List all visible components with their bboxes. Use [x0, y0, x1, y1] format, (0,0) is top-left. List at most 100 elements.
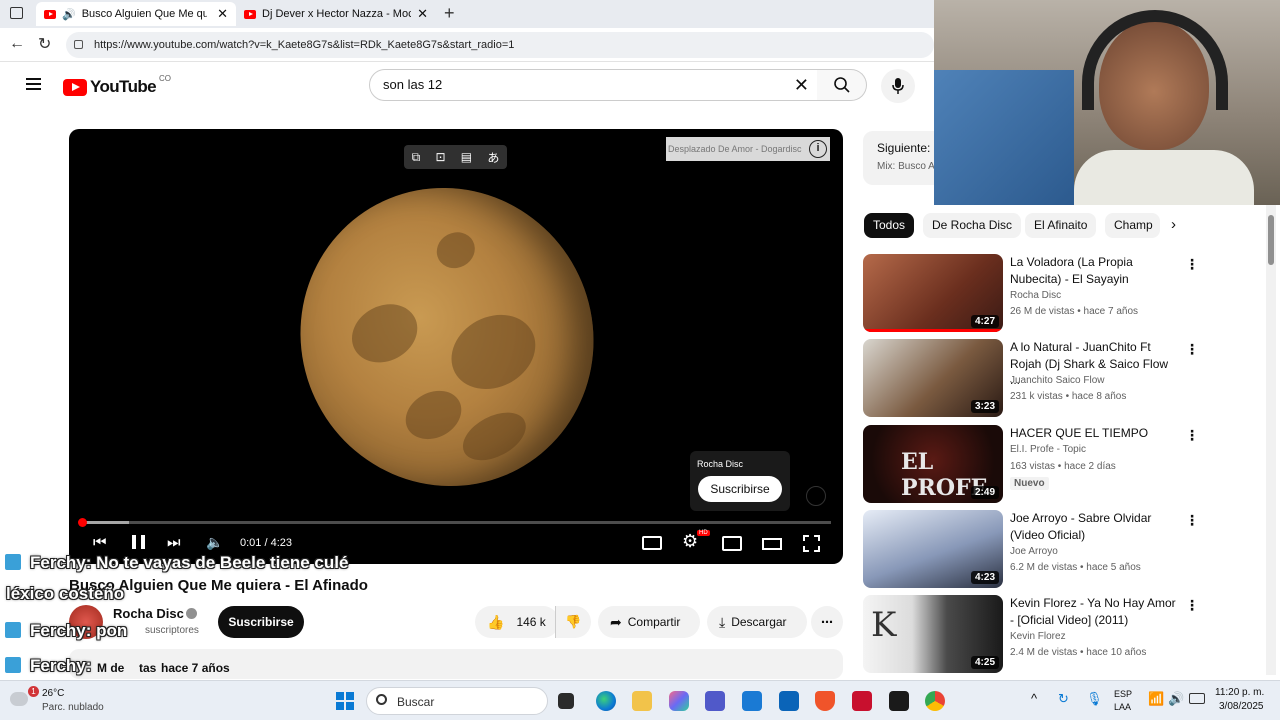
- youtube-logo[interactable]: YouTube CO: [63, 73, 171, 97]
- record-icon[interactable]: ⊡: [435, 150, 445, 164]
- video-thumbnail[interactable]: K 4:25: [863, 595, 1003, 673]
- video-title[interactable]: La Voladora (La Propia Nubecita) - El Sa…: [1010, 254, 1180, 287]
- captions-icon[interactable]: [642, 536, 662, 550]
- clock-time[interactable]: 11:20 p. m.: [1215, 687, 1264, 698]
- channel-watermark-icon[interactable]: [806, 486, 826, 506]
- download-button[interactable]: ⤓ Descargar: [707, 606, 807, 638]
- teams-icon[interactable]: [705, 691, 725, 711]
- language-top[interactable]: ESP: [1114, 689, 1132, 699]
- video-thumbnail[interactable]: EL PROFE 2:49: [863, 425, 1003, 503]
- share-button[interactable]: ➦ Compartir: [598, 606, 700, 638]
- notes-icon[interactable]: ▤: [461, 150, 472, 164]
- more-options-icon[interactable]: ⋮: [1185, 256, 1199, 272]
- copilot-icon[interactable]: [669, 691, 689, 711]
- list-item[interactable]: EL PROFE 2:49 HACER QUE EL TIEMPO El.I. …: [863, 425, 1243, 503]
- video-thumbnail[interactable]: 3:23: [863, 339, 1003, 417]
- start-icon[interactable]: [336, 692, 354, 710]
- clock-date[interactable]: 3/08/2025: [1219, 701, 1264, 712]
- volume-tray-icon[interactable]: 🔊: [1168, 691, 1184, 707]
- list-item[interactable]: K 4:25 Kevin Florez - Ya No Hay Amor - […: [863, 595, 1243, 673]
- branding-subscribe-button[interactable]: Suscribirse: [698, 476, 782, 502]
- screenshot-icon[interactable]: ⧉: [412, 150, 421, 165]
- progress-scrubber[interactable]: [78, 518, 87, 527]
- wifi-icon[interactable]: 📶: [1148, 691, 1164, 707]
- video-title[interactable]: Joe Arroyo - Sabre Olvidar (Video Oficia…: [1010, 510, 1180, 543]
- video-thumbnail[interactable]: 4:27: [863, 254, 1003, 332]
- subscribe-button[interactable]: Suscribirse: [218, 606, 304, 638]
- list-item[interactable]: 3:23 A lo Natural - JuanChito Ft Rojah (…: [863, 339, 1243, 417]
- video-thumbnail[interactable]: 4:23: [863, 510, 1003, 588]
- battery-icon[interactable]: [1189, 693, 1205, 704]
- scrollbar-thumb[interactable]: [1268, 215, 1274, 265]
- tab-actions-icon[interactable]: [10, 7, 23, 19]
- task-view-icon[interactable]: [558, 693, 574, 709]
- tray-mic-icon[interactable]: 🎙: [1086, 691, 1103, 707]
- media-app-icon[interactable]: [889, 691, 909, 711]
- chrome-icon[interactable]: [925, 691, 945, 711]
- reload-icon[interactable]: ↻: [38, 34, 51, 54]
- url-field[interactable]: https://www.youtube.com/watch?v=k_Kaete8…: [66, 32, 934, 58]
- next-mix-card[interactable]: Siguiente: Mix: Busco A: [863, 131, 943, 185]
- tray-sync-icon[interactable]: ↻: [1058, 691, 1069, 707]
- tab-close-icon[interactable]: ✕: [417, 6, 428, 22]
- channel-name[interactable]: Rocha Disc: [113, 606, 184, 621]
- translate-icon[interactable]: あ: [487, 149, 499, 166]
- chip-el-afinaito[interactable]: El Afinaito: [1025, 213, 1097, 238]
- info-card[interactable]: Desplazado De Amor - Dogardisc i: [666, 137, 830, 161]
- outlook-icon[interactable]: [779, 691, 799, 711]
- miniplayer-icon[interactable]: [722, 536, 742, 551]
- chip-de-rocha-disc[interactable]: De Rocha Disc: [923, 213, 1022, 238]
- like-button[interactable]: 👍 146 k: [475, 606, 559, 638]
- new-tab-icon[interactable]: +: [444, 3, 455, 24]
- taskbar-search-input[interactable]: Buscar: [366, 687, 548, 715]
- progress-bar[interactable]: [78, 518, 831, 527]
- next-icon[interactable]: ⏭: [167, 534, 181, 551]
- more-options-icon[interactable]: ⋮: [1185, 341, 1199, 357]
- settings-icon[interactable]: ⚙: [682, 531, 698, 552]
- more-actions-button[interactable]: ⋯: [811, 606, 843, 638]
- search-input[interactable]: son las 12 ✕: [369, 69, 818, 101]
- video-channel[interactable]: Rocha Disc: [1010, 290, 1061, 301]
- video-channel[interactable]: Joe Arroyo: [1010, 546, 1058, 557]
- chips-next-icon[interactable]: ›: [1171, 216, 1176, 233]
- edge-icon[interactable]: [596, 691, 616, 711]
- previous-icon[interactable]: ⏮: [93, 534, 107, 551]
- brave-icon[interactable]: [815, 691, 835, 711]
- fullscreen-icon[interactable]: [803, 535, 820, 552]
- country-code: CO: [159, 73, 171, 83]
- search-button[interactable]: [817, 69, 867, 101]
- file-explorer-icon[interactable]: [632, 691, 652, 711]
- more-options-icon[interactable]: ⋮: [1185, 512, 1199, 528]
- tab-active[interactable]: 🔊 Busco Alguien Que Me quiera ✕: [36, 2, 236, 26]
- video-channel[interactable]: El.I. Profe - Topic: [1010, 444, 1086, 455]
- list-item[interactable]: 4:27 La Voladora (La Propia Nubecita) - …: [863, 254, 1243, 332]
- list-item[interactable]: 4:23 Joe Arroyo - Sabre Olvidar (Video O…: [863, 510, 1243, 588]
- info-icon[interactable]: i: [809, 140, 827, 158]
- store-icon[interactable]: [742, 691, 762, 711]
- video-channel[interactable]: Juanchito Saico Flow: [1010, 375, 1105, 386]
- video-channel[interactable]: Kevin Florez: [1010, 631, 1066, 642]
- language-bottom[interactable]: LAA: [1114, 702, 1131, 712]
- video-title[interactable]: HACER QUE EL TIEMPO: [1010, 425, 1180, 442]
- chip-champ[interactable]: Champ: [1105, 213, 1160, 238]
- pause-icon[interactable]: [132, 535, 145, 549]
- voice-search-button[interactable]: [881, 69, 915, 103]
- tray-chevron-icon[interactable]: ^: [1031, 691, 1037, 706]
- video-title[interactable]: Kevin Florez - Ya No Hay Amor - [Oficial…: [1010, 595, 1180, 628]
- mcafee-icon[interactable]: [852, 691, 872, 711]
- speaker-icon[interactable]: 🔊: [62, 8, 76, 21]
- tab-inactive[interactable]: Dj Dever x Hector Nazza - Mocca ✕: [236, 2, 436, 26]
- theater-mode-icon[interactable]: [762, 538, 782, 550]
- menu-icon[interactable]: [26, 78, 41, 90]
- chip-todos[interactable]: Todos: [864, 213, 915, 238]
- more-options-icon[interactable]: ⋮: [1185, 597, 1199, 613]
- back-icon[interactable]: ←: [9, 35, 25, 53]
- volume-icon[interactable]: 🔈: [206, 534, 223, 551]
- tab-close-icon[interactable]: ✕: [217, 6, 228, 22]
- dislike-button[interactable]: 👎: [555, 606, 591, 638]
- more-options-icon[interactable]: ⋮: [1185, 427, 1199, 443]
- scrollbar-track[interactable]: [1266, 205, 1276, 675]
- weather-widget[interactable]: 1 26°C Parc. nublado: [8, 686, 128, 716]
- clear-search-icon[interactable]: ✕: [794, 70, 809, 100]
- video-player[interactable]: ⧉ ⊡ ▤ あ Desplazado De Amor - Dogardisc i…: [69, 129, 843, 564]
